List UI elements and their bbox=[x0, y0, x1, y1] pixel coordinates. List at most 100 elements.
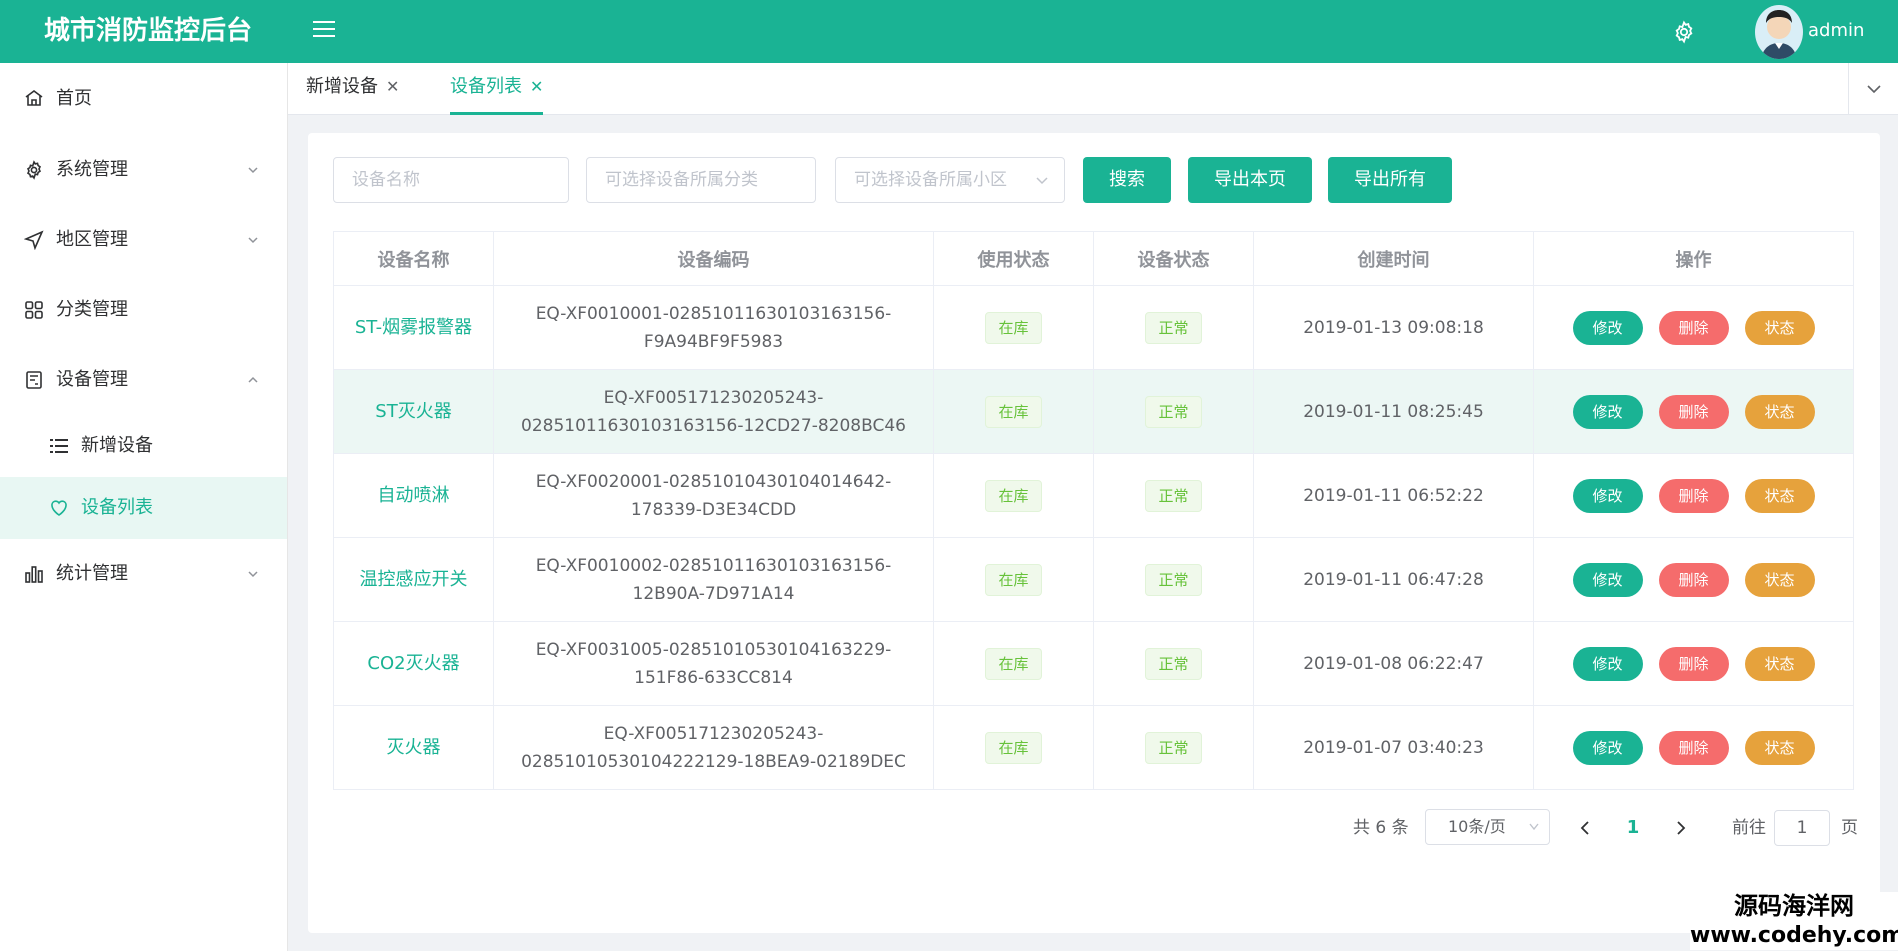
bar-chart-icon bbox=[25, 566, 43, 583]
state-button[interactable]: 状态 bbox=[1744, 310, 1815, 345]
next-page-button[interactable] bbox=[1666, 809, 1696, 847]
device-code-cell: EQ-XF0031005-02851010530104163229-151F86… bbox=[493, 621, 934, 706]
page-size-select[interactable]: 10条/页 bbox=[1425, 809, 1550, 845]
tab-add-device[interactable]: 新增设备 ✕ bbox=[306, 63, 399, 115]
device-code-cell: EQ-XF0010002-02851011630103163156-12B90A… bbox=[493, 537, 934, 622]
delete-button[interactable]: 删除 bbox=[1658, 478, 1729, 513]
device-name-cell[interactable]: 自动喷淋 bbox=[333, 453, 494, 538]
page-number[interactable]: 1 bbox=[1618, 809, 1648, 847]
actions-cell: 修改 删除 状态 bbox=[1533, 621, 1854, 706]
sidebar-item-device[interactable]: 设备管理 bbox=[0, 345, 287, 415]
close-icon[interactable]: ✕ bbox=[386, 77, 399, 96]
sidebar-item-region[interactable]: 地区管理 bbox=[0, 205, 287, 275]
usage-tag: 在库 bbox=[985, 395, 1042, 428]
edit-button[interactable]: 修改 bbox=[1572, 310, 1643, 345]
actions-cell: 修改 删除 状态 bbox=[1533, 285, 1854, 370]
goto-page-input[interactable] bbox=[1774, 810, 1830, 846]
device-name-cell[interactable]: CO2灭火器 bbox=[333, 621, 494, 706]
goto-suffix: 页 bbox=[1841, 818, 1858, 838]
device-name-cell[interactable]: 灭火器 bbox=[333, 705, 494, 790]
state-button[interactable]: 状态 bbox=[1744, 394, 1815, 429]
state-button[interactable]: 状态 bbox=[1744, 562, 1815, 597]
chevron-down-icon bbox=[248, 167, 258, 174]
sidebar-item-label: 设备管理 bbox=[56, 369, 128, 390]
content-card: 搜索 导出本页 导出所有 设备名称 设备编码 使用状态 设备状态 创建时间 操作… bbox=[308, 133, 1880, 933]
gear-icon bbox=[26, 160, 42, 180]
category-select[interactable] bbox=[586, 157, 816, 203]
edit-button[interactable]: 修改 bbox=[1572, 562, 1643, 597]
created-cell: 2019-01-07 03:40:23 bbox=[1253, 705, 1534, 790]
sidebar-subitem-device-list[interactable]: 设备列表 bbox=[0, 477, 287, 539]
state-button[interactable]: 状态 bbox=[1744, 730, 1815, 765]
status-cell: 正常 bbox=[1093, 537, 1254, 622]
sidebar-item-system[interactable]: 系统管理 bbox=[0, 135, 287, 205]
table-row: 灭火器 EQ-XF005171230205243-028510105301042… bbox=[333, 705, 1854, 790]
device-code-cell: EQ-XF0010001-02851011630103163156-F9A94B… bbox=[493, 285, 934, 370]
status-cell: 正常 bbox=[1093, 369, 1254, 454]
page-size-value: 10条/页 bbox=[1448, 817, 1506, 836]
pagination-total: 共 6 条 bbox=[1353, 818, 1409, 838]
sidebar-item-category[interactable]: 分类管理 bbox=[0, 275, 287, 345]
status-tag: 正常 bbox=[1145, 563, 1202, 596]
user-avatar[interactable] bbox=[1755, 5, 1803, 59]
device-name-cell[interactable]: ST灭火器 bbox=[333, 369, 494, 454]
sidebar-item-home[interactable]: 首页 bbox=[0, 63, 287, 135]
sidebar: 首页 系统管理 地区管理 分类管理 设备管理 新增设备 设备列表 统计管理 bbox=[0, 63, 288, 951]
status-tag: 正常 bbox=[1145, 311, 1202, 344]
settings-gear-icon[interactable] bbox=[1672, 20, 1696, 44]
column-header: 设备编码 bbox=[493, 231, 934, 286]
chevron-down-icon bbox=[1529, 823, 1539, 831]
device-name-cell[interactable]: 温控感应开关 bbox=[333, 537, 494, 622]
actions-cell: 修改 删除 状态 bbox=[1533, 705, 1854, 790]
site-watermark-line2: www.codehy.com bbox=[1690, 923, 1898, 948]
close-icon[interactable]: ✕ bbox=[530, 77, 543, 96]
usage-tag: 在库 bbox=[985, 563, 1042, 596]
device-name-cell[interactable]: ST-烟雾报警器 bbox=[333, 285, 494, 370]
column-header: 创建时间 bbox=[1253, 231, 1534, 286]
delete-button[interactable]: 删除 bbox=[1658, 394, 1729, 429]
location-arrow-icon bbox=[24, 230, 44, 250]
edit-button[interactable]: 修改 bbox=[1572, 478, 1643, 513]
search-button[interactable]: 搜索 bbox=[1083, 157, 1171, 203]
status-cell: 正常 bbox=[1093, 705, 1254, 790]
sidebar-item-label: 统计管理 bbox=[56, 563, 128, 584]
delete-button[interactable]: 删除 bbox=[1658, 310, 1729, 345]
status-cell: 正常 bbox=[1093, 621, 1254, 706]
sidebar-item-statistics[interactable]: 统计管理 bbox=[0, 539, 287, 609]
status-tag: 正常 bbox=[1145, 647, 1202, 680]
chevron-up-icon bbox=[248, 376, 258, 383]
tabs-dropdown[interactable] bbox=[1848, 63, 1898, 115]
state-button[interactable]: 状态 bbox=[1744, 478, 1815, 513]
sidebar-item-label: 系统管理 bbox=[56, 159, 128, 180]
tab-label: 设备列表 bbox=[450, 76, 522, 97]
table-row: ST-烟雾报警器 EQ-XF0010001-028510116301031631… bbox=[333, 285, 1854, 370]
app-brand: 城市消防监控后台 bbox=[44, 16, 253, 46]
chevron-down-icon bbox=[248, 237, 258, 244]
table-row: 自动喷淋 EQ-XF0020001-02851010430104014642-1… bbox=[333, 453, 1854, 538]
chevron-right-icon bbox=[1677, 821, 1686, 835]
username-label[interactable]: admin bbox=[1808, 0, 1864, 63]
sidebar-subitem-add-device[interactable]: 新增设备 bbox=[0, 415, 287, 477]
device-name-input[interactable] bbox=[333, 157, 569, 203]
usage-cell: 在库 bbox=[933, 537, 1094, 622]
district-select[interactable] bbox=[835, 157, 1065, 203]
created-cell: 2019-01-11 06:52:22 bbox=[1253, 453, 1534, 538]
tab-device-list[interactable]: 设备列表 ✕ bbox=[450, 63, 544, 115]
list-icon bbox=[50, 439, 68, 453]
table-row: ST灭火器 EQ-XF005171230205243-0285101163010… bbox=[333, 369, 1854, 454]
state-button[interactable]: 状态 bbox=[1744, 646, 1815, 681]
tab-label: 新增设备 bbox=[306, 76, 378, 97]
created-cell: 2019-01-11 08:25:45 bbox=[1253, 369, 1534, 454]
edit-button[interactable]: 修改 bbox=[1572, 646, 1643, 681]
edit-button[interactable]: 修改 bbox=[1572, 394, 1643, 429]
chevron-down-icon bbox=[1867, 85, 1881, 94]
delete-button[interactable]: 删除 bbox=[1658, 730, 1729, 765]
prev-page-button[interactable] bbox=[1570, 809, 1600, 847]
menu-toggle-icon[interactable] bbox=[313, 21, 335, 41]
export-page-button[interactable]: 导出本页 bbox=[1188, 157, 1312, 203]
delete-button[interactable]: 删除 bbox=[1658, 646, 1729, 681]
export-all-button[interactable]: 导出所有 bbox=[1328, 157, 1452, 203]
column-header: 操作 bbox=[1533, 231, 1854, 286]
delete-button[interactable]: 删除 bbox=[1658, 562, 1729, 597]
edit-button[interactable]: 修改 bbox=[1572, 730, 1643, 765]
